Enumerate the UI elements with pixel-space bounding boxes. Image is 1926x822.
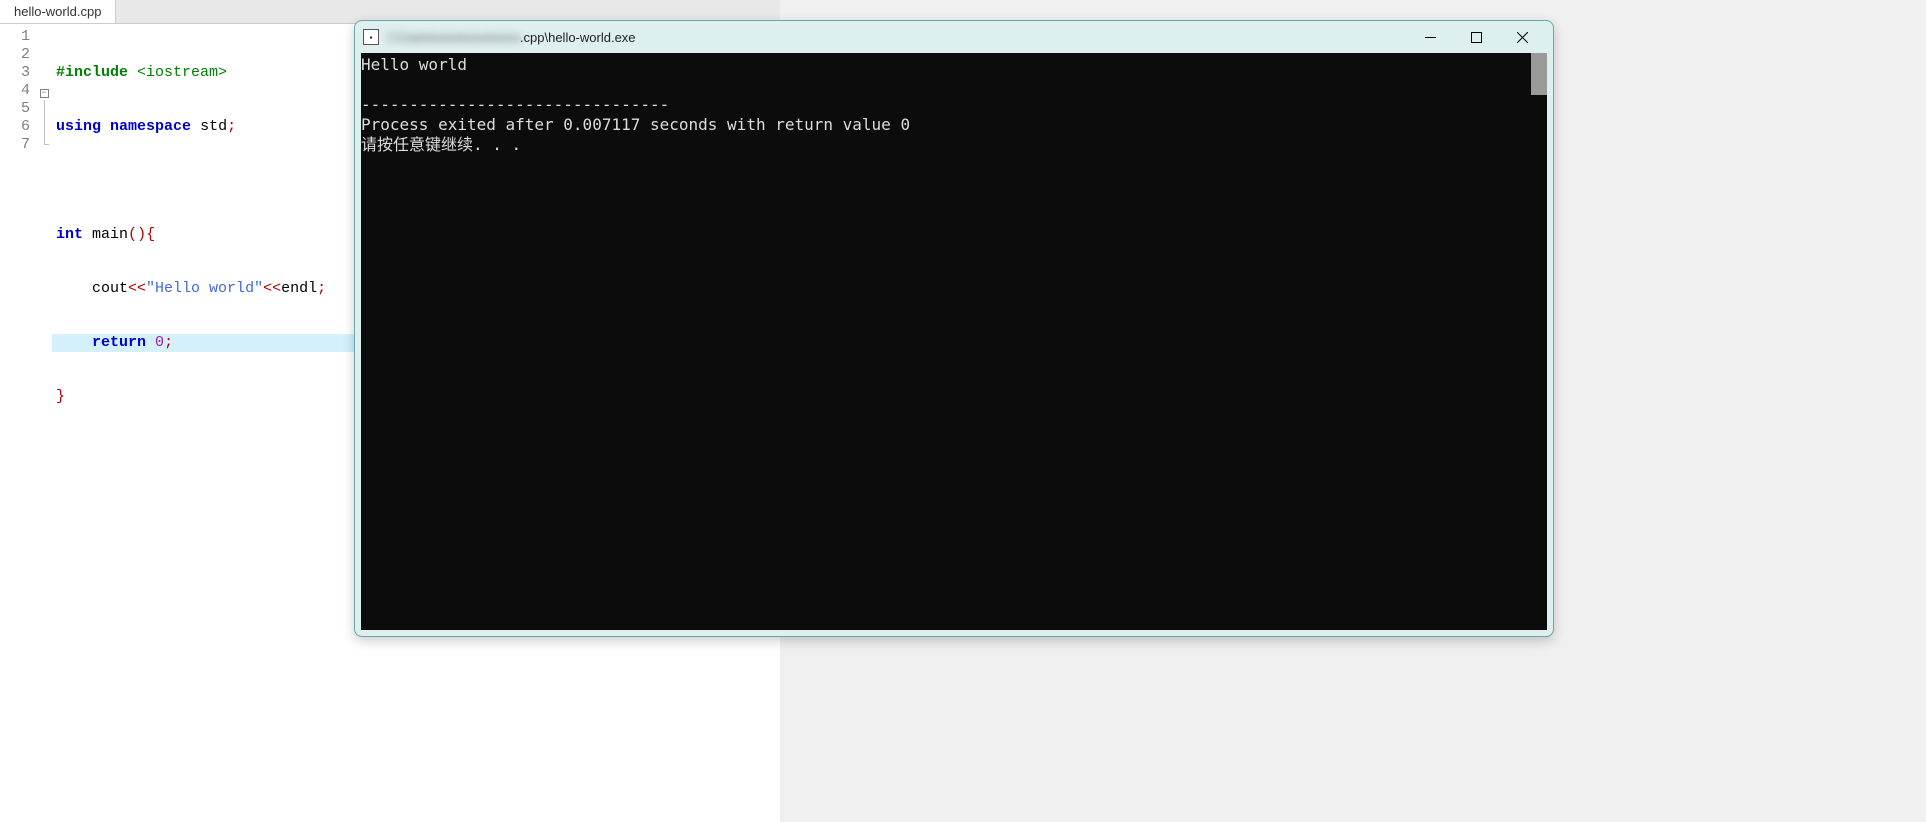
fold-toggle-icon[interactable]: −	[40, 89, 49, 98]
line-number: 2	[0, 46, 30, 64]
console-output[interactable]: Hello world ----------------------------…	[361, 53, 1547, 630]
console-exit-line: Process exited after 0.007117 seconds wi…	[361, 115, 910, 134]
close-button[interactable]	[1499, 21, 1545, 53]
minimize-icon	[1425, 32, 1436, 43]
line-number: 4	[0, 82, 30, 100]
fold-gutter: −	[36, 24, 52, 822]
console-titlebar[interactable]: ▪ C:\Users\xxxxx\xxxxx\xxxxx .cpp\hello-…	[355, 21, 1553, 53]
console-window: ▪ C:\Users\xxxxx\xxxxx\xxxxx .cpp\hello-…	[354, 20, 1554, 637]
maximize-button[interactable]	[1453, 21, 1499, 53]
line-number-gutter: 1 2 3 4 5 6 7	[0, 24, 36, 822]
line-number: 7	[0, 136, 30, 154]
console-title-path-blurred: C:\Users\xxxxx\xxxxx\xxxxx	[387, 30, 520, 45]
line-number: 6	[0, 118, 30, 136]
console-continue-line: 请按任意键继续. . .	[361, 135, 521, 154]
console-line: Hello world	[361, 55, 467, 74]
console-separator: --------------------------------	[361, 95, 669, 114]
maximize-icon	[1471, 32, 1482, 43]
line-number: 5	[0, 100, 30, 118]
tab-label: hello-world.cpp	[14, 4, 101, 19]
console-scrollbar[interactable]	[1531, 53, 1547, 95]
close-icon	[1517, 32, 1528, 43]
minimize-button[interactable]	[1407, 21, 1453, 53]
console-app-icon: ▪	[363, 29, 379, 45]
line-number: 1	[0, 28, 30, 46]
line-number: 3	[0, 64, 30, 82]
console-title-filename: .cpp\hello-world.exe	[520, 30, 636, 45]
editor-tab-hello-world[interactable]: hello-world.cpp	[0, 0, 116, 23]
